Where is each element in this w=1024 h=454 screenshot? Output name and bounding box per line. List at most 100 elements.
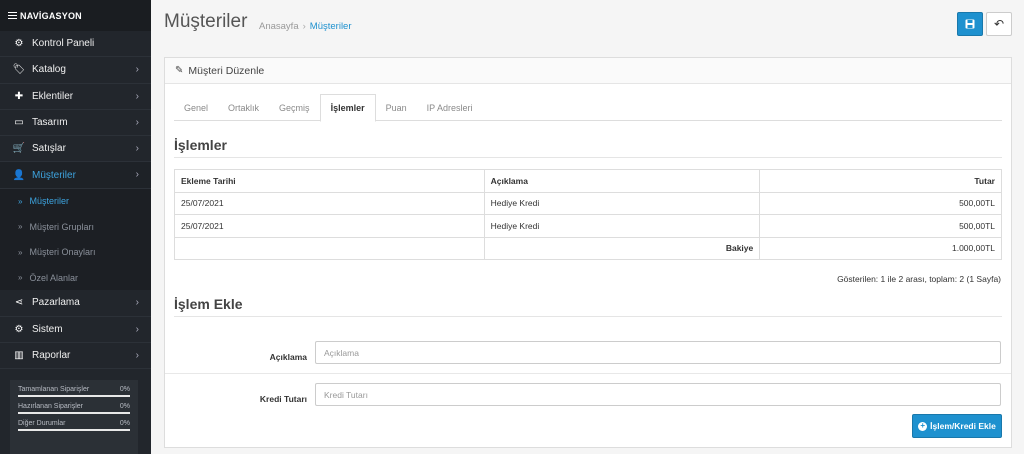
description-input[interactable] bbox=[315, 341, 1001, 364]
breadcrumb-current[interactable]: Müşteriler bbox=[310, 21, 352, 32]
submenu-item-label: Müşteriler bbox=[29, 196, 69, 207]
tab-general[interactable]: Genel bbox=[174, 94, 218, 121]
description-label: Açıklama bbox=[269, 352, 307, 362]
progress-label: Hazırlanan Siparişler bbox=[18, 403, 83, 410]
double-chevron-icon: » bbox=[18, 247, 23, 257]
tab-transactions[interactable]: İşlemler bbox=[319, 94, 376, 122]
plus-circle-icon: + bbox=[918, 421, 928, 431]
back-button[interactable]: ↶ bbox=[986, 12, 1012, 36]
chevron-right-icon: › bbox=[135, 90, 139, 102]
table-header-row: Ekleme Tarihi Açıklama Tutar bbox=[174, 169, 1002, 193]
sidebar-item-label: Tasarım bbox=[32, 117, 68, 129]
tab-affiliate[interactable]: Ortaklık bbox=[218, 94, 269, 121]
breadcrumb: Anasayfa › Müşteriler bbox=[259, 21, 352, 32]
monitor-icon: ▭ bbox=[14, 117, 24, 129]
chevron-right-icon: › bbox=[135, 64, 139, 76]
tab-history[interactable]: Geçmiş bbox=[269, 94, 320, 121]
tags-icon: 🏷 bbox=[12, 64, 26, 76]
progress-bar bbox=[18, 395, 130, 397]
cell-date: 25/07/2021 bbox=[174, 191, 485, 215]
credit-amount-input[interactable] bbox=[315, 383, 1001, 406]
sidebar-item-sales[interactable]: 🛒 Satışlar › bbox=[0, 136, 151, 163]
sidebar-item-label: Satışlar bbox=[32, 143, 66, 155]
sidebar-item-reports[interactable]: ▥ Raporlar › bbox=[0, 343, 151, 370]
progress-completed-orders: Tamamlanan Siparişler 0% bbox=[18, 386, 130, 397]
sidebar-item-label: Müşteriler bbox=[32, 169, 76, 181]
progress-value: 0% bbox=[119, 403, 130, 410]
credit-amount-label: Kredi Tutarı bbox=[259, 394, 307, 404]
transactions-table: Ekleme Tarihi Açıklama Tutar 25/07/2021 … bbox=[174, 169, 1002, 260]
add-transaction-heading: İşlem Ekle bbox=[174, 296, 1002, 317]
cart-icon: 🛒 bbox=[12, 143, 26, 155]
double-chevron-icon: » bbox=[18, 222, 23, 232]
cell-date: 25/07/2021 bbox=[174, 214, 485, 238]
progress-value: 0% bbox=[119, 420, 130, 427]
sidebar-item-marketing[interactable]: ⋖ Pazarlama › bbox=[0, 290, 151, 317]
progress-label: Diğer Durumlar bbox=[18, 420, 66, 427]
progress-processing-orders: Hazırlanan Siparişler 0% bbox=[18, 403, 130, 414]
column-header-amount[interactable]: Tutar bbox=[759, 169, 1002, 193]
panel-heading: ✎ Müşteri Düzenle bbox=[165, 58, 1011, 84]
sidebar-item-extensions[interactable]: ✚ Eklentiler › bbox=[0, 84, 151, 110]
edit-customer-panel: ✎ Müşteri Düzenle Genel Ortaklık Geçmiş … bbox=[164, 57, 1012, 448]
submenu-item-customer-approvals[interactable]: » Müşteri Onayları bbox=[0, 240, 151, 265]
sidebar: NAVİGASYON ⚙ Kontrol Paneli 🏷 Katalog › … bbox=[0, 0, 151, 454]
sidebar-item-label: Eklentiler bbox=[32, 90, 74, 102]
balance-row: Bakiye 1.000,00TL bbox=[174, 236, 1002, 260]
cell-description: Hediye Kredi bbox=[483, 214, 761, 238]
balance-value: 1.000,00TL bbox=[759, 236, 1002, 260]
cell-empty bbox=[174, 236, 485, 260]
sidebar-item-dashboard[interactable]: ⚙ Kontrol Paneli bbox=[0, 31, 151, 58]
submenu-item-custom-fields[interactable]: » Özel Alanlar bbox=[0, 265, 151, 290]
cell-amount: 500,00TL bbox=[759, 191, 1002, 215]
submenu-item-customers[interactable]: » Müşteriler bbox=[0, 189, 151, 214]
chevron-right-icon: › bbox=[135, 169, 139, 181]
user-icon: 👤 bbox=[12, 169, 26, 181]
form-divider bbox=[165, 373, 1011, 374]
order-status-progress: Tamamlanan Siparişler 0% Hazırlanan Sipar… bbox=[10, 380, 138, 454]
sidebar-item-catalog[interactable]: 🏷 Katalog › bbox=[0, 57, 151, 84]
menu-icon bbox=[8, 10, 17, 21]
share-icon: ⋖ bbox=[14, 297, 24, 309]
page-title: Müşteriler bbox=[164, 11, 248, 32]
sidebar-item-label: Katalog bbox=[32, 64, 66, 76]
chevron-right-icon: › bbox=[135, 297, 139, 309]
submenu-item-label: Müşteri Onayları bbox=[29, 247, 96, 258]
bar-chart-icon: ▥ bbox=[14, 350, 24, 362]
progress-value: 0% bbox=[119, 386, 130, 393]
sidebar-item-system[interactable]: ⚙ Sistem › bbox=[0, 317, 151, 343]
transactions-heading: İşlemler bbox=[174, 137, 1002, 158]
sidebar-item-label: Raporlar bbox=[32, 350, 71, 362]
table-row: 25/07/2021 Hediye Kredi 500,00TL bbox=[174, 191, 1002, 215]
progress-label: Tamamlanan Siparişler bbox=[18, 386, 90, 393]
customers-submenu: » Müşteriler » Müşteri Grupları » Müşter… bbox=[0, 188, 151, 291]
double-chevron-icon: » bbox=[18, 196, 23, 206]
pencil-icon: ✎ bbox=[175, 65, 184, 76]
progress-bar bbox=[18, 429, 130, 431]
column-header-date[interactable]: Ekleme Tarihi bbox=[174, 169, 485, 193]
sidebar-item-design[interactable]: ▭ Tasarım › bbox=[0, 110, 151, 137]
reply-arrow-icon: ↶ bbox=[993, 17, 1005, 31]
breadcrumb-home[interactable]: Anasayfa bbox=[259, 21, 299, 32]
tab-points[interactable]: Puan bbox=[376, 94, 417, 121]
cog-icon: ⚙ bbox=[14, 323, 24, 335]
sidebar-item-customers[interactable]: 👤 Müşteriler › bbox=[0, 162, 151, 189]
submenu-item-label: Müşteri Grupları bbox=[29, 221, 94, 232]
puzzle-icon: ✚ bbox=[14, 90, 24, 102]
submenu-item-label: Özel Alanlar bbox=[29, 272, 78, 283]
sidebar-item-label: Pazarlama bbox=[32, 297, 80, 309]
save-button[interactable] bbox=[957, 12, 983, 36]
nav-heading[interactable]: NAVİGASYON bbox=[0, 0, 151, 31]
dashboard-icon: ⚙ bbox=[14, 38, 24, 50]
floppy-disk-icon bbox=[965, 19, 975, 29]
progress-bar bbox=[18, 412, 130, 414]
tab-ip-addresses[interactable]: IP Adresleri bbox=[417, 94, 483, 121]
column-header-description[interactable]: Açıklama bbox=[483, 169, 761, 193]
description-form-row: Açıklama bbox=[165, 336, 1011, 378]
cell-description: Hediye Kredi bbox=[483, 191, 761, 215]
chevron-right-icon: › bbox=[135, 116, 139, 128]
sidebar-item-label: Sistem bbox=[32, 323, 63, 335]
add-transaction-button[interactable]: + İşlem/Kredi Ekle bbox=[912, 414, 1002, 438]
add-transaction-button-label: İşlem/Kredi Ekle bbox=[930, 421, 996, 431]
submenu-item-customer-groups[interactable]: » Müşteri Grupları bbox=[0, 214, 151, 239]
